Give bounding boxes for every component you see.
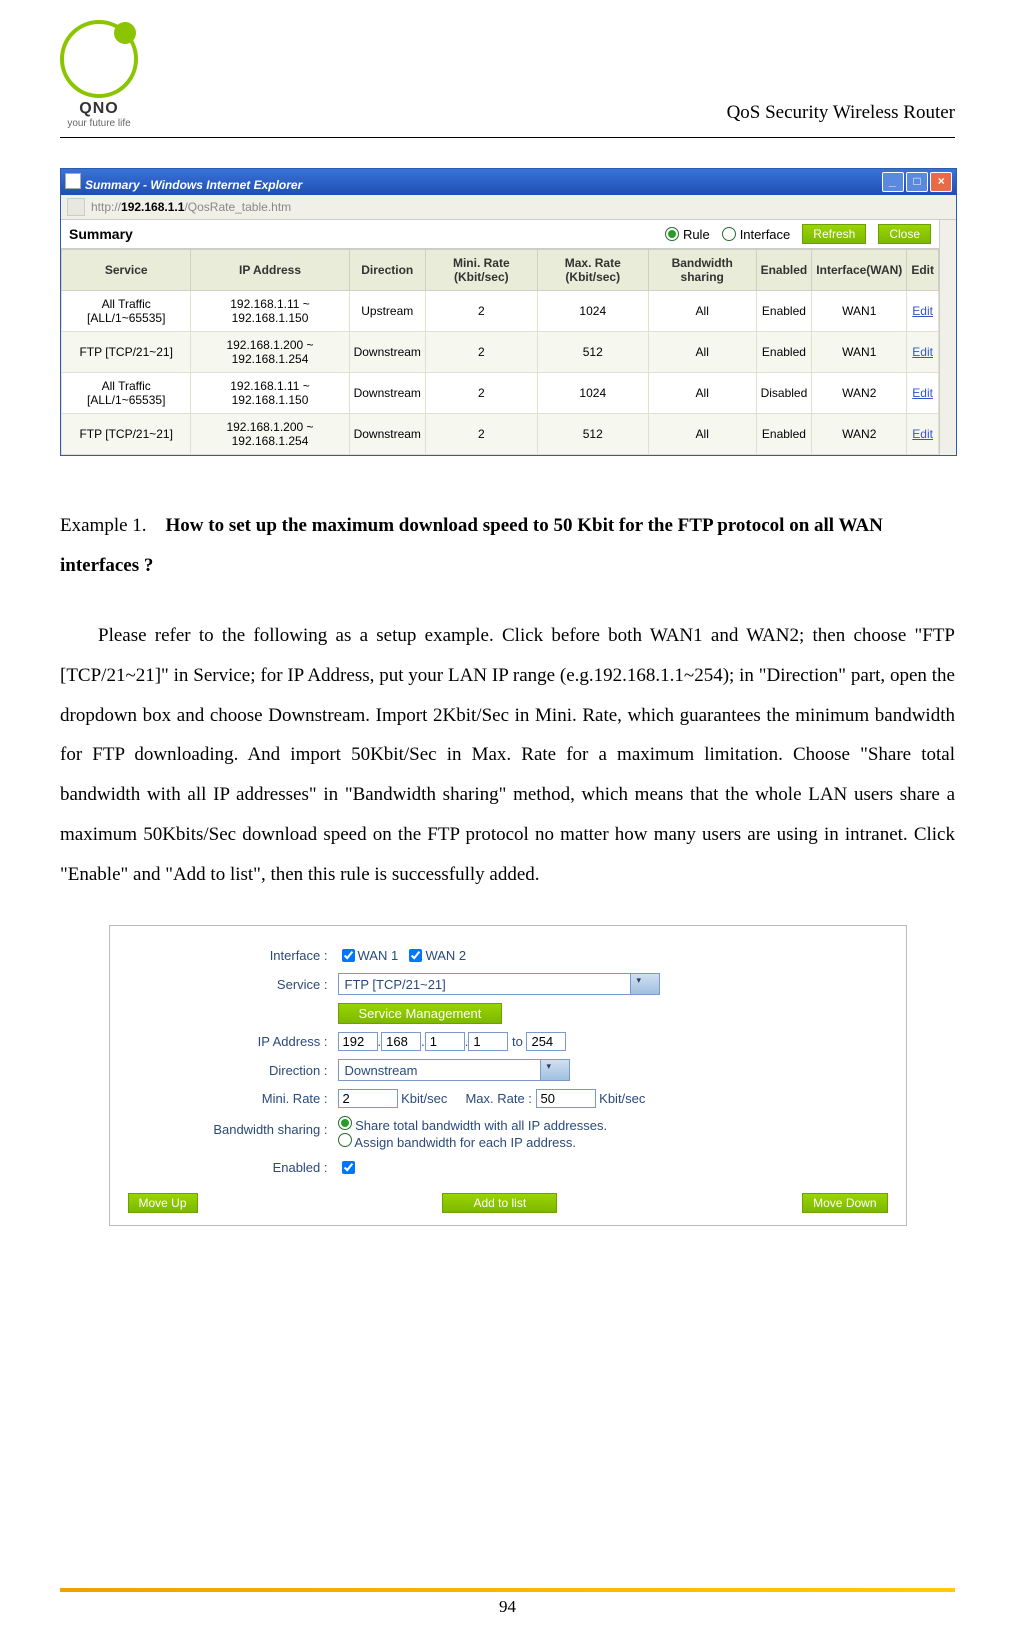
column-header: Bandwidth sharing <box>648 250 756 291</box>
chevron-down-icon: ▾ <box>540 1060 569 1080</box>
ip-5-input[interactable] <box>526 1032 566 1051</box>
bandwidth-sharing-label: Bandwidth sharing : <box>128 1116 338 1137</box>
service-management-button[interactable]: Service Management <box>338 1003 503 1024</box>
document-title: QoS Security Wireless Router <box>727 102 955 124</box>
column-header: Max. Rate (Kbit/sec) <box>537 250 648 291</box>
footer-divider <box>60 1588 955 1592</box>
chevron-down-icon: ▾ <box>630 974 659 994</box>
enabled-label: Enabled : <box>128 1160 338 1175</box>
ip-to-label: to <box>512 1034 523 1049</box>
table-row: All Traffic [ALL/1~65535]192.168.1.11 ~ … <box>62 373 939 414</box>
column-header: Direction <box>349 250 425 291</box>
service-select[interactable]: FTP [TCP/21~21]▾ <box>338 973 660 995</box>
interface-radio[interactable]: Interface <box>722 227 791 242</box>
page-number: 94 <box>0 1597 1015 1617</box>
wan2-checkbox[interactable] <box>409 949 422 962</box>
move-up-button[interactable]: Move Up <box>128 1193 198 1213</box>
qos-form: Interface : WAN 1 WAN 2 Service : FTP [T… <box>109 925 907 1226</box>
header-divider <box>60 137 955 138</box>
table-row: All Traffic [ALL/1~65535]192.168.1.11 ~ … <box>62 291 939 332</box>
interface-label: Interface : <box>128 948 338 963</box>
summary-heading: Summary <box>69 226 133 242</box>
logo-text: QNO <box>79 100 118 118</box>
ip-3-input[interactable] <box>425 1032 465 1051</box>
add-to-list-button[interactable]: Add to list <box>442 1193 557 1213</box>
column-header: Mini. Rate (Kbit/sec) <box>425 250 537 291</box>
ip-1-input[interactable] <box>338 1032 378 1051</box>
direction-label: Direction : <box>128 1063 338 1078</box>
minimize-button[interactable]: _ <box>882 172 904 192</box>
share-all-radio[interactable] <box>338 1116 352 1130</box>
logo-block: QNO your future life <box>60 20 138 129</box>
min-rate-label: Mini. Rate : <box>128 1091 338 1106</box>
rule-radio[interactable]: Rule <box>665 227 710 242</box>
maximize-button[interactable]: □ <box>906 172 928 192</box>
url-host: 192.168.1.1 <box>121 200 184 214</box>
scrollbar[interactable] <box>939 220 956 455</box>
table-row: FTP [TCP/21~21]192.168.1.200 ~ 192.168.1… <box>62 414 939 455</box>
direction-select[interactable]: Downstream▾ <box>338 1059 570 1081</box>
wan1-label: WAN 1 <box>358 948 399 963</box>
example-body: Please refer to the following as a setup… <box>60 616 955 895</box>
page-icon <box>67 198 85 216</box>
summary-table: ServiceIP AddressDirectionMini. Rate (Kb… <box>61 249 939 455</box>
service-label: Service : <box>128 977 338 992</box>
assign-each-radio[interactable] <box>338 1133 352 1147</box>
column-header: IP Address <box>191 250 349 291</box>
max-rate-label: Max. Rate : <box>465 1091 531 1106</box>
edit-link[interactable]: Edit <box>912 304 933 318</box>
window-title: Summary - Windows Internet Explorer <box>85 178 302 192</box>
table-row: FTP [TCP/21~21]192.168.1.200 ~ 192.168.1… <box>62 332 939 373</box>
column-header: Service <box>62 250 191 291</box>
edit-link[interactable]: Edit <box>912 427 933 441</box>
edit-link[interactable]: Edit <box>912 345 933 359</box>
browser-window: Summary - Windows Internet Explorer _ □ … <box>60 168 957 456</box>
wan2-label: WAN 2 <box>425 948 466 963</box>
ip-4-input[interactable] <box>468 1032 508 1051</box>
enabled-checkbox[interactable] <box>342 1161 355 1174</box>
example-prefix: Example 1. <box>60 515 147 536</box>
logo-subtitle: your future life <box>67 118 130 129</box>
address-bar[interactable]: http://192.168.1.1/QosRate_table.htm <box>61 195 956 220</box>
min-rate-input[interactable] <box>338 1089 398 1108</box>
ip-2-input[interactable] <box>381 1032 421 1051</box>
move-down-button[interactable]: Move Down <box>802 1193 887 1213</box>
url-path: /QosRate_table.htm <box>184 200 291 214</box>
ie-icon <box>65 173 81 189</box>
close-button[interactable]: × <box>930 172 952 192</box>
logo-icon <box>60 20 138 98</box>
column-header: Edit <box>907 250 939 291</box>
column-header: Interface(WAN) <box>812 250 907 291</box>
max-rate-input[interactable] <box>536 1089 596 1108</box>
example-title: How to set up the maximum download speed… <box>60 515 883 576</box>
titlebar: Summary - Windows Internet Explorer _ □ … <box>61 169 956 195</box>
ip-label: IP Address : <box>128 1034 338 1049</box>
refresh-button[interactable]: Refresh <box>802 224 866 244</box>
edit-link[interactable]: Edit <box>912 386 933 400</box>
close-summary-button[interactable]: Close <box>878 224 931 244</box>
column-header: Enabled <box>756 250 812 291</box>
wan1-checkbox[interactable] <box>342 949 355 962</box>
